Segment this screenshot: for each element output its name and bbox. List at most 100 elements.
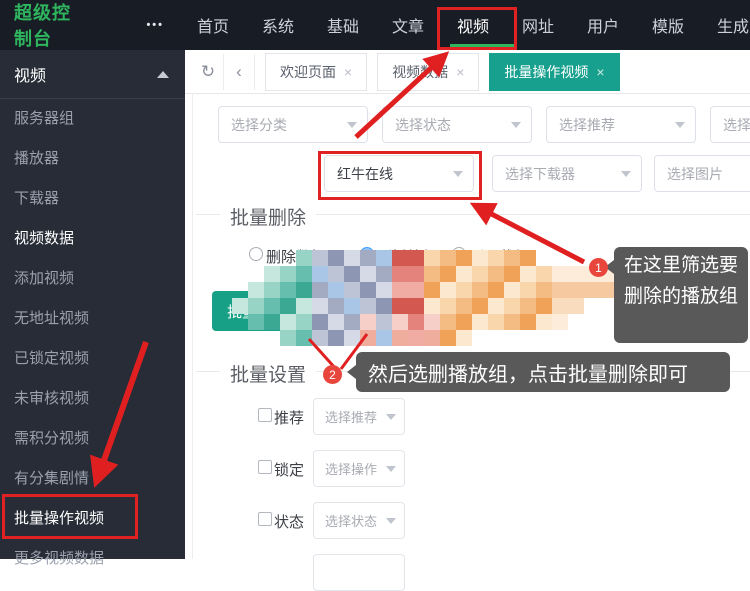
mosaic-cell — [392, 314, 408, 330]
batch-set-select-2[interactable]: 选择操作 — [313, 450, 405, 487]
filter-select-4[interactable]: 选择 — [710, 106, 750, 143]
sidebar-item-1[interactable]: 服务器组 — [0, 99, 185, 139]
tab-close-icon[interactable]: × — [344, 64, 352, 80]
mosaic-cell — [376, 298, 392, 314]
sidebar-item-7[interactable]: 已锁定视频 — [0, 339, 185, 379]
mosaic-cell — [568, 282, 584, 298]
nav-item-4[interactable]: 文章 — [391, 13, 425, 37]
mosaic-cell — [472, 282, 488, 298]
select-value: 选择分类 — [231, 115, 287, 135]
filter-select-row2-2[interactable]: 选择下载器 — [492, 155, 642, 192]
mosaic-cell — [456, 298, 472, 314]
mosaic-cell — [552, 314, 568, 330]
batch-set-select-partial[interactable] — [313, 554, 405, 591]
mosaic-cell — [392, 266, 408, 282]
mosaic-cell — [328, 266, 344, 282]
tab-label: 欢迎页面 — [280, 62, 336, 82]
tab-3[interactable]: 批量操作视频 × — [489, 53, 619, 91]
select-value: 选择操作 — [325, 459, 377, 478]
sidebar-item-9[interactable]: 需积分视频 — [0, 419, 185, 459]
mosaic-cell — [344, 282, 360, 298]
sidebar-item-4[interactable]: 视频数据 — [0, 219, 185, 259]
batch-delete-button[interactable]: 批量删除 — [212, 291, 308, 331]
refresh-button[interactable]: ↻ — [193, 54, 224, 90]
mosaic-cell — [440, 330, 456, 346]
nav-item-9[interactable]: 生成 — [716, 13, 750, 37]
nav-item-3[interactable]: 基础 — [326, 13, 360, 37]
content-left-divider — [192, 93, 193, 559]
mosaic-cell — [280, 266, 296, 282]
mosaic-cell — [392, 282, 408, 298]
sidebar-item-8[interactable]: 未审核视频 — [0, 379, 185, 419]
sidebar-item-5[interactable]: 添加视频 — [0, 259, 185, 299]
filter-select-3[interactable]: 选择推荐 — [546, 106, 696, 143]
mosaic-cell — [312, 298, 328, 314]
collapse-arrow-icon — [157, 71, 169, 78]
menu-ellipsis-icon[interactable]: ••• — [146, 19, 164, 31]
tab-2[interactable]: 视频数据 × — [377, 53, 479, 91]
mosaic-cell — [568, 298, 584, 314]
sidebar-item-12[interactable]: 更多视频数据 — [0, 539, 185, 579]
mosaic-cell — [312, 266, 328, 282]
checkbox-3[interactable] — [258, 512, 272, 526]
mosaic-cell — [552, 298, 568, 314]
step1-badge: 1 — [589, 258, 608, 277]
filter-select-row2-3[interactable]: 选择图片 — [654, 155, 750, 192]
checkbox-2[interactable] — [258, 460, 272, 474]
tab-label: 批量操作视频 — [504, 62, 588, 82]
tab-bar: ↻ ‹ 欢迎页面 × 视频数据 × 批量操作视频 × — [185, 50, 750, 94]
nav-item-8[interactable]: 模版 — [651, 13, 685, 37]
tabs: 欢迎页面 × 视频数据 × 批量操作视频 × — [255, 53, 620, 91]
tab-close-icon[interactable]: × — [456, 64, 464, 80]
mosaic-cell — [376, 330, 392, 346]
mosaic-cell — [536, 298, 552, 314]
tab-close-icon[interactable]: × — [596, 64, 604, 80]
nav-item-5[interactable]: 视频 — [456, 13, 490, 37]
back-button[interactable]: ‹ — [224, 54, 255, 90]
sidebar-item-11[interactable]: 批量操作视频 — [0, 499, 185, 539]
nav-item-2[interactable]: 系统 — [261, 13, 295, 37]
mosaic-cell — [584, 282, 600, 298]
sidebar-item-3[interactable]: 下载器 — [0, 179, 185, 219]
tab-label: 视频数据 — [392, 62, 448, 82]
mosaic-cell — [328, 282, 344, 298]
filter-select-row2-1[interactable]: 红牛在线 — [324, 155, 474, 192]
mosaic-cell — [424, 298, 440, 314]
mosaic-cell — [296, 330, 312, 346]
caret-down-icon — [621, 171, 631, 177]
mosaic-cell — [440, 266, 456, 282]
radio-3[interactable] — [452, 247, 466, 261]
sidebar-item-2[interactable]: 播放器 — [0, 139, 185, 179]
checkbox-1[interactable] — [258, 408, 272, 422]
mosaic-cell — [440, 314, 456, 330]
radio-2[interactable] — [360, 247, 374, 261]
refresh-icon: ↻ — [201, 62, 215, 82]
mosaic-cell — [520, 266, 536, 282]
mosaic-cell — [488, 266, 504, 282]
sidebar-item-10[interactable]: 有分集剧情 — [0, 459, 185, 499]
tab-1[interactable]: 欢迎页面 × — [265, 53, 367, 91]
sidebar-menu: 服务器组播放器下载器视频数据添加视频无地址视频已锁定视频未审核视频需积分视频有分… — [0, 99, 185, 579]
mosaic-cell — [536, 314, 552, 330]
chevron-left-icon: ‹ — [236, 62, 242, 82]
batch-set-select-3[interactable]: 选择状态 — [313, 502, 405, 539]
mosaic-cell — [504, 266, 520, 282]
nav-item-6[interactable]: 网址 — [521, 13, 555, 37]
mosaic-cell — [568, 266, 584, 282]
sidebar-item-6[interactable]: 无地址视频 — [0, 299, 185, 339]
mosaic-cell — [504, 314, 520, 330]
top-nav: 首页 系统 基础 文章 视频 网址 用户 模版 生成 — [196, 13, 750, 37]
tooltip2-pointer — [347, 365, 356, 379]
filter-select-2[interactable]: 选择状态 — [382, 106, 532, 143]
radio-1[interactable] — [249, 247, 263, 261]
mosaic-cell — [360, 282, 376, 298]
caret-down-icon — [386, 466, 396, 472]
mosaic-cell — [552, 282, 568, 298]
nav-item-7[interactable]: 用户 — [586, 13, 620, 37]
mosaic-cell — [424, 266, 440, 282]
mosaic-cell — [456, 282, 472, 298]
filter-select-1[interactable]: 选择分类 — [218, 106, 368, 143]
batch-set-select-1[interactable]: 选择推荐 — [313, 398, 405, 435]
sidebar-group-header[interactable]: 视频 — [0, 50, 185, 99]
nav-item-1[interactable]: 首页 — [196, 13, 230, 37]
